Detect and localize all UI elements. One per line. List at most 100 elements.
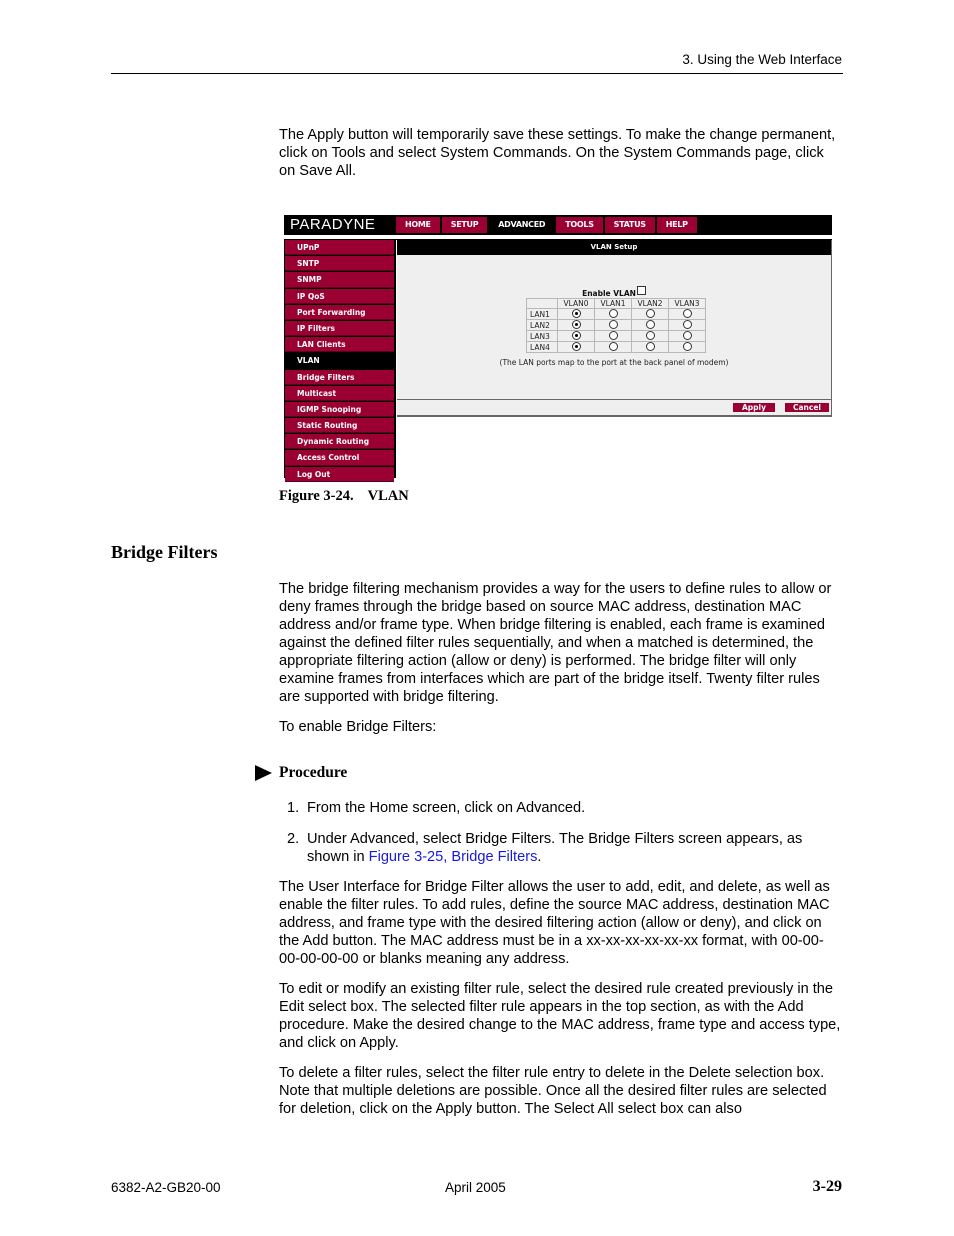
- radio-cell: [594, 330, 632, 342]
- sidebar-item-bridge-filters[interactable]: Bridge Filters: [285, 369, 394, 385]
- vlan-radio-lan1-vlan0[interactable]: [571, 309, 581, 318]
- step-text: Under Advanced, select Bridge Filters. T…: [307, 831, 803, 865]
- lan-label: LAN1: [526, 308, 558, 320]
- button-bar: Apply Cancel: [397, 399, 832, 416]
- vlan-radio-lan4-vlan1[interactable]: [608, 342, 618, 351]
- radio-cell: [557, 330, 595, 342]
- vlan-radio-lan2-vlan3[interactable]: [682, 320, 692, 329]
- edit-rule-paragraph: To edit or modify an existing filter rul…: [279, 981, 841, 1051]
- sidebar-item-igmp-snooping[interactable]: IGMP Snooping: [285, 401, 394, 418]
- intro-paragraph: The Apply button will temporarily save t…: [279, 127, 836, 179]
- lan-ports-note: (The LAN ports map to the port at the ba…: [499, 358, 729, 367]
- radio-cell: [631, 330, 669, 342]
- delete-rule-paragraph: To delete a filter rules, select the fil…: [279, 1065, 827, 1117]
- lan-label: LAN3: [526, 330, 558, 342]
- radio-cell: [668, 330, 706, 342]
- vlan-radio-lan4-vlan2[interactable]: [645, 342, 655, 351]
- sidebar: UPnP SNTP SNMP IP QoS Port Forwarding IP Filt…: [284, 240, 396, 482]
- table-row: LAN3: [526, 330, 706, 342]
- radio-cell: [557, 341, 595, 353]
- vlan-radio-lan3-vlan2[interactable]: [645, 331, 655, 340]
- ui-description-paragraph: The User Interface for Bridge Filter all…: [279, 879, 830, 967]
- radio-cell: [668, 341, 706, 353]
- sidebar-item-static-routing[interactable]: Static Routing: [285, 418, 394, 434]
- table-row: LAN4: [526, 341, 706, 353]
- vlan-radio-lan2-vlan0[interactable]: [571, 320, 581, 329]
- sidebar-item-log-out[interactable]: Log Out: [285, 466, 394, 482]
- radio-cell: [668, 319, 706, 331]
- vlan-radio-lan2-vlan1[interactable]: [608, 320, 618, 329]
- header-divider: [111, 73, 843, 74]
- sidebar-item-port-forwarding[interactable]: Port Forwarding: [285, 304, 394, 320]
- sidebar-item-access-control[interactable]: Access Control: [285, 450, 394, 466]
- paradyne-logo: PARADYNE: [290, 216, 376, 233]
- radio-cell: [557, 319, 595, 331]
- vlan-radio-lan4-vlan3[interactable]: [682, 342, 692, 351]
- sidebar-item-vlan[interactable]: VLAN: [285, 353, 394, 369]
- vlan-radio-lan3-vlan0[interactable]: [571, 331, 581, 340]
- nav-tab-home[interactable]: HOME: [396, 217, 440, 233]
- top-nav: HOME SETUP ADVANCED TOOLS STATUS HELP: [396, 217, 699, 233]
- sidebar-item-lan-clients[interactable]: LAN Clients: [285, 337, 394, 353]
- enable-intro: To enable Bridge Filters:: [279, 719, 437, 735]
- figure-number: Figure 3-24.: [279, 488, 354, 504]
- column-header: VLAN3: [668, 298, 706, 309]
- figure-caption: Figure 3-24. VLAN: [279, 488, 409, 505]
- table-header-row: VLAN0 VLAN1 VLAN2 VLAN3: [526, 298, 706, 309]
- section-heading: Bridge Filters: [111, 542, 218, 562]
- vlan-radio-lan1-vlan3[interactable]: [682, 309, 692, 318]
- column-header: VLAN2: [631, 298, 669, 309]
- document-number: 6382-A2-GB20-00: [111, 1180, 221, 1195]
- procedure-heading: Procedure: [255, 764, 347, 782]
- nav-tab-status[interactable]: STATUS: [604, 217, 655, 233]
- sidebar-item-ip-filters[interactable]: IP Filters: [285, 320, 394, 337]
- nav-tab-help[interactable]: HELP: [656, 217, 697, 233]
- sidebar-item-dynamic-routing[interactable]: Dynamic Routing: [285, 434, 394, 450]
- sidebar-item-snmp[interactable]: SNMP: [285, 272, 394, 288]
- radio-cell: [594, 341, 632, 353]
- sidebar-item-multicast[interactable]: Multicast: [285, 385, 394, 401]
- step-number: 2.: [287, 831, 300, 847]
- publication-date: April 2005: [445, 1180, 506, 1195]
- radio-cell: [594, 308, 632, 320]
- sidebar-item-sntp[interactable]: SNTP: [285, 256, 394, 272]
- vlan-radio-lan3-vlan3[interactable]: [682, 331, 692, 340]
- sidebar-item-ip-qos[interactable]: IP QoS: [285, 288, 394, 304]
- page-number: 3-29: [812, 1178, 842, 1195]
- enable-vlan-checkbox[interactable]: [636, 286, 646, 295]
- enable-vlan-label: Enable VLAN: [582, 289, 636, 298]
- column-header: VLAN0: [557, 298, 595, 309]
- lan-label: LAN4: [526, 341, 558, 353]
- radio-cell: [557, 308, 595, 320]
- enable-vlan-row: Enable VLAN: [397, 286, 831, 298]
- chapter-title: 3. Using the Web Interface: [682, 52, 842, 67]
- step-text: From the Home screen, click on Advanced.: [307, 800, 586, 816]
- vlan-radio-lan1-vlan1[interactable]: [608, 309, 618, 318]
- panel-title: VLAN Setup: [397, 240, 831, 255]
- radio-cell: [594, 319, 632, 331]
- nav-tab-tools[interactable]: TOOLS: [556, 217, 603, 233]
- figure-3-25-link[interactable]: Figure 3-25, Bridge Filters: [369, 849, 538, 865]
- vlan-screenshot: PARADYNE HOME SETUP ADVANCED TOOLS STATUS HEL…: [284, 215, 832, 482]
- column-header: VLAN1: [594, 298, 632, 309]
- radio-cell: [668, 308, 706, 320]
- vlan-radio-lan2-vlan2[interactable]: [645, 320, 655, 329]
- sidebar-item-upnp[interactable]: UPnP: [285, 240, 394, 256]
- nav-tab-advanced[interactable]: ADVANCED: [489, 217, 555, 233]
- radio-cell: [631, 319, 669, 331]
- vlan-radio-lan4-vlan0[interactable]: [571, 342, 581, 351]
- vlan-radio-lan1-vlan2[interactable]: [645, 309, 655, 318]
- bridge-filter-description: The bridge filtering mechanism provides …: [279, 581, 832, 705]
- radio-cell: [631, 308, 669, 320]
- lan-label: LAN2: [526, 319, 558, 331]
- cancel-button[interactable]: Cancel: [785, 403, 829, 412]
- radio-cell: [631, 341, 669, 353]
- vlan-setup-panel: VLAN Setup Enable VLAN VLAN0 VLAN1 VLAN2 VL…: [397, 240, 832, 417]
- nav-tab-setup[interactable]: SETUP: [441, 217, 488, 233]
- procedure-label: Procedure: [279, 764, 348, 781]
- figure-title: VLAN: [367, 488, 409, 504]
- apply-button[interactable]: Apply: [733, 403, 775, 412]
- corner-cell: [526, 298, 558, 309]
- top-bar: PARADYNE HOME SETUP ADVANCED TOOLS STATUS HEL…: [284, 215, 832, 235]
- vlan-radio-lan3-vlan1[interactable]: [608, 331, 618, 340]
